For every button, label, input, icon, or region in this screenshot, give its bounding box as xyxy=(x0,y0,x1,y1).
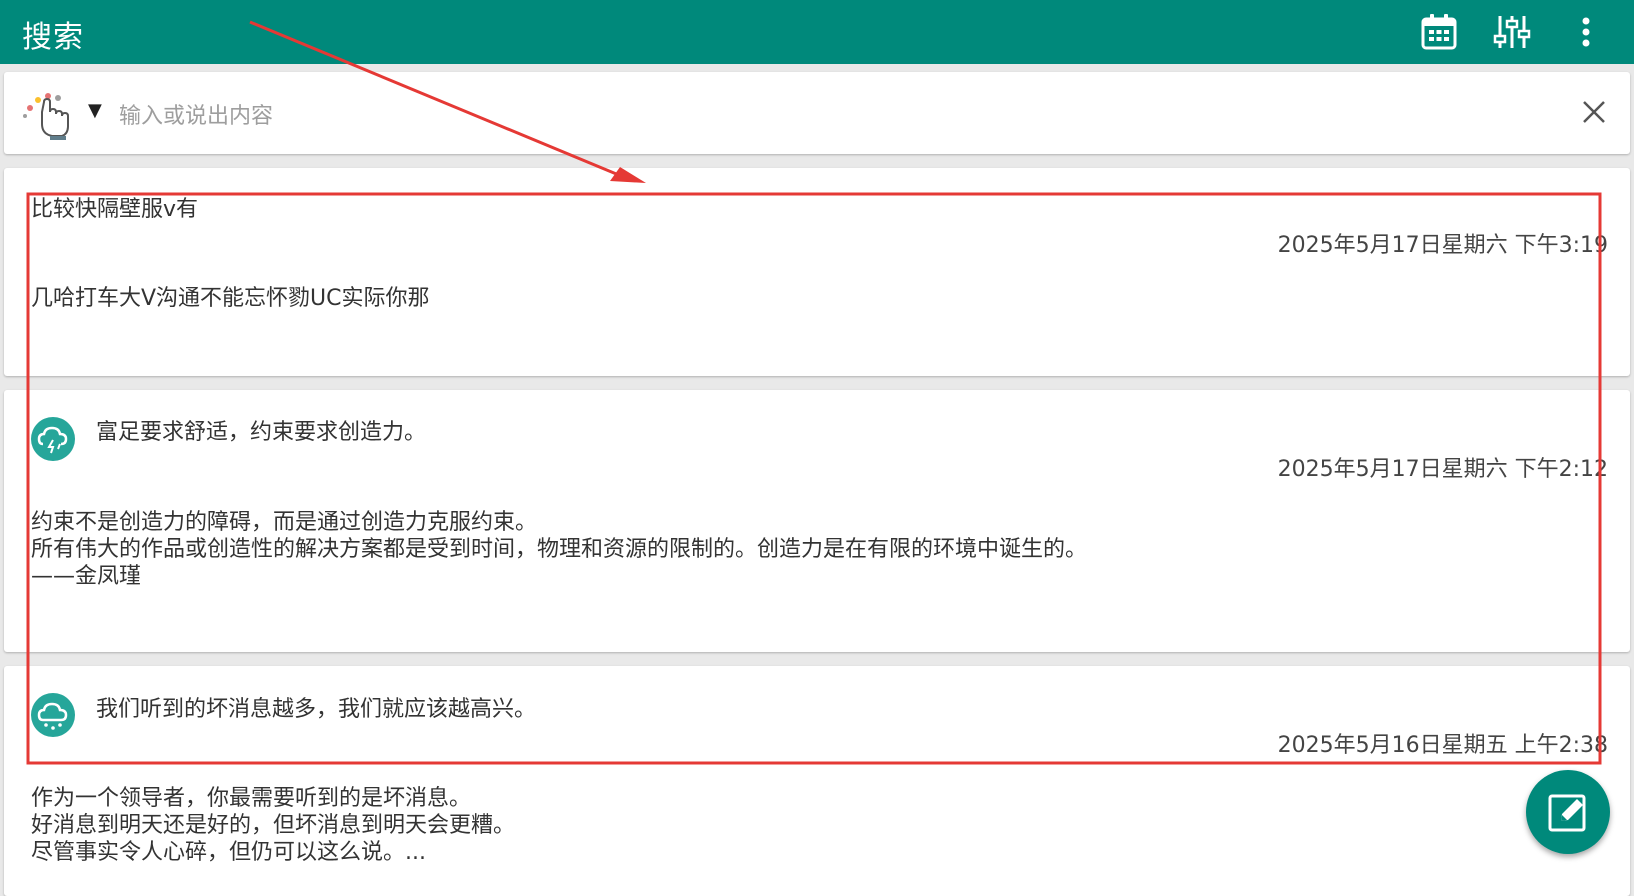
entry-body-line: 尽管事实令人心碎，但仍可以这么说。... xyxy=(31,840,426,865)
more-vert-icon xyxy=(1582,17,1590,47)
entry-body-line: 好消息到明天还是好的，但坏消息到明天会更糟。 xyxy=(31,813,516,838)
weather-icon xyxy=(30,416,76,462)
cloud-lightning-icon xyxy=(31,417,75,461)
search-bar: ▼ 输入或说出内容 xyxy=(4,72,1630,154)
entry-body-line: 所有伟大的作品或创造性的解决方案都是受到时间，物理和资源的限制的。创造力是在有限… xyxy=(31,537,1088,562)
calendar-button[interactable] xyxy=(1419,12,1459,52)
entry-body-line: 作为一个领导者，你最需要听到的是坏消息。 xyxy=(31,786,472,811)
entry-body: 约束不是创造力的障碍，而是通过创造力克服约束。 所有伟大的作品或创造性的解决方案… xyxy=(31,509,1087,590)
mode-dropdown-arrow[interactable]: ▼ xyxy=(88,100,102,121)
edit-icon xyxy=(1548,794,1586,832)
list-item[interactable]: 比较快隔壁服v有 2025年5月17日星期六 下午3:19 几哈打车大V沟通不能… xyxy=(4,168,1630,376)
more-options-button[interactable] xyxy=(1566,12,1606,52)
entry-date: 2025年5月17日星期六 下午3:19 xyxy=(1277,233,1608,258)
app-bar: 搜索 xyxy=(0,0,1634,64)
weather-icon xyxy=(30,692,76,738)
entry-date: 2025年5月16日星期五 上午2:38 xyxy=(1277,733,1608,758)
entry-date: 2025年5月17日星期六 下午2:12 xyxy=(1277,457,1608,482)
entry-body-line: ——金凤瑾 xyxy=(31,564,142,589)
entry-title: 比较快隔壁服v有 xyxy=(31,197,199,222)
page-title: 搜索 xyxy=(22,20,84,55)
entry-body-line: 约束不是创造力的障碍，而是通过创造力克服约束。 xyxy=(31,510,538,535)
tune-icon xyxy=(1493,16,1531,48)
hand-icon xyxy=(23,93,69,140)
entry-title: 富足要求舒适，约束要求创造力。 xyxy=(96,420,427,445)
input-mode-button[interactable] xyxy=(20,86,76,142)
search-input[interactable]: 输入或说出内容 xyxy=(119,98,273,130)
filter-button[interactable] xyxy=(1492,12,1532,52)
entry-body: 几哈打车大V沟通不能忘怀勠UC实际你那 xyxy=(31,285,430,312)
cloud-rain-icon xyxy=(31,693,75,737)
calendar-icon xyxy=(1421,14,1457,50)
list-item[interactable]: 我们听到的坏消息越多，我们就应该越高兴。 2025年5月16日星期五 上午2:3… xyxy=(4,666,1630,896)
new-entry-button[interactable] xyxy=(1526,770,1610,854)
list-item[interactable]: 富足要求舒适，约束要求创造力。 2025年5月17日星期六 下午2:12 约束不… xyxy=(4,390,1630,652)
entry-body-line: 几哈打车大V沟通不能忘怀勠UC实际你那 xyxy=(31,286,430,311)
entry-body: 作为一个领导者，你最需要听到的是坏消息。 好消息到明天还是好的，但坏消息到明天会… xyxy=(31,785,515,866)
close-icon xyxy=(1583,101,1605,123)
entry-title: 我们听到的坏消息越多，我们就应该越高兴。 xyxy=(96,697,537,722)
clear-button[interactable] xyxy=(1576,94,1612,130)
